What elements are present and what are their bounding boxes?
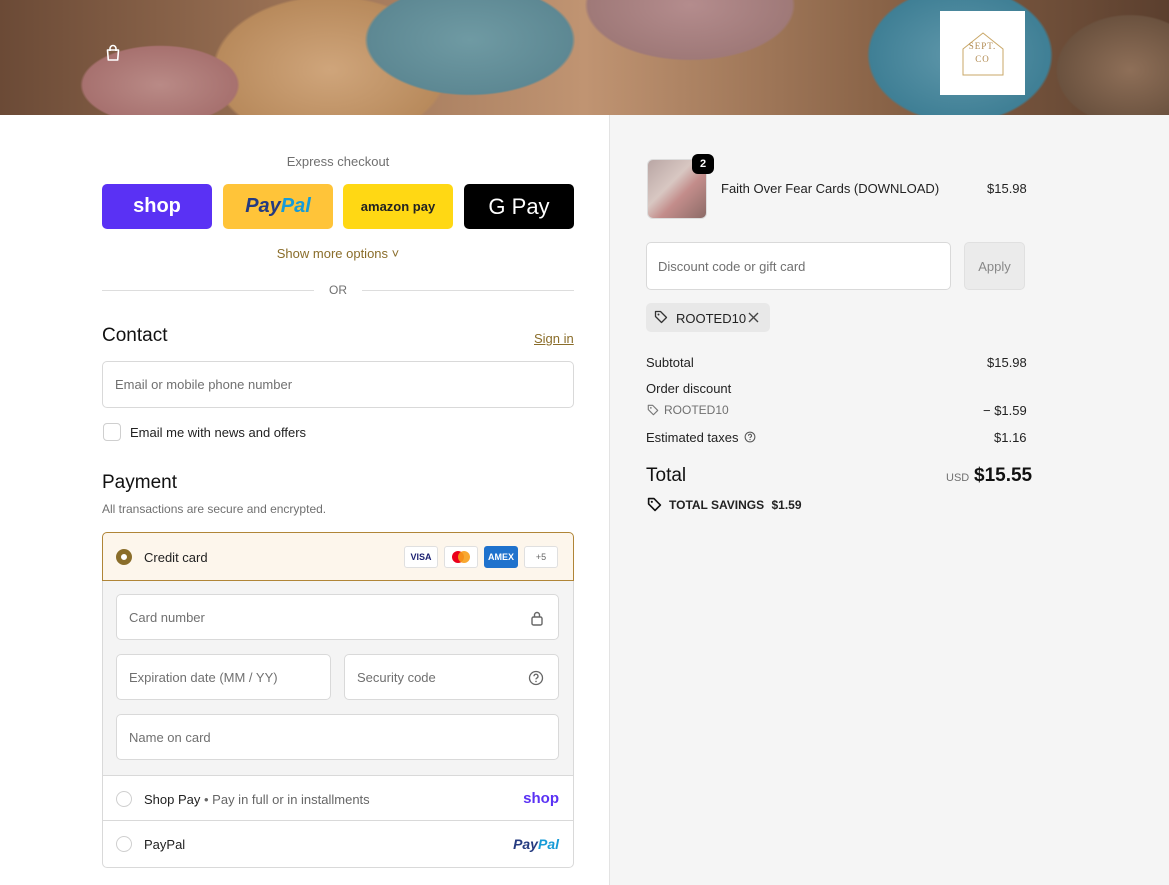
applied-code-text: ROOTED10	[676, 311, 747, 326]
visa-icon: VISA	[404, 546, 438, 568]
google-pay-logo: G Pay	[488, 193, 550, 219]
credit-card-option[interactable]: Credit card VISA AMEX +5	[102, 532, 574, 581]
total-savings-value: $1.59	[771, 498, 802, 512]
email-field[interactable]: Email or mobile phone number	[102, 361, 574, 408]
total-value: $15.55	[974, 465, 1033, 486]
store-logo[interactable]: SEPT. CO	[940, 11, 1025, 95]
remove-code-icon[interactable]	[748, 312, 759, 323]
header-banner: SEPT. CO	[0, 0, 1169, 115]
more-cards-badge: +5	[524, 546, 558, 568]
paypal-option-logo: PayPal	[513, 836, 559, 852]
quantity-badge: 2	[692, 154, 714, 174]
subtotal-label: Subtotal	[646, 355, 694, 370]
tag-icon	[654, 310, 668, 324]
shop-pay-option-subtext: • Pay in full or in installments	[204, 792, 370, 807]
express-checkout-label: Express checkout	[286, 154, 390, 169]
total-label: Total	[646, 465, 687, 486]
apply-discount-button[interactable]: Apply	[964, 242, 1025, 290]
discount-tag-icon	[647, 404, 659, 416]
shopping-bag-icon[interactable]	[104, 44, 122, 62]
taxes-help-icon[interactable]	[744, 431, 756, 443]
payment-heading: Payment	[102, 472, 177, 493]
contact-heading: Contact	[102, 325, 168, 346]
news-checkbox-label: Email me with news and offers	[130, 425, 307, 440]
product-name: Faith Over Fear Cards (DOWNLOAD)	[721, 181, 940, 196]
amazon-pay-logo: amazon pay	[360, 199, 436, 214]
paypal-option-label: PayPal	[144, 837, 186, 852]
sign-in-link[interactable]: Sign in	[534, 331, 574, 346]
credit-card-form: Card number Expiration date (MM / YY) Se…	[102, 581, 574, 776]
paypal-logo-pay: Pay	[245, 195, 281, 217]
more-cards-text: +5	[535, 552, 547, 562]
mastercard-icon	[444, 546, 478, 568]
paypal-option[interactable]: PayPal PayPal	[102, 821, 574, 868]
credit-card-radio[interactable]	[116, 549, 132, 565]
order-discount-code: ROOTED10	[664, 403, 729, 417]
paypal-button[interactable]: Pay Pal	[223, 184, 333, 229]
name-on-card-placeholder: Name on card	[129, 729, 211, 745]
discount-code-input[interactable]: Discount code or gift card	[646, 242, 951, 290]
subtotal-value: $15.98	[987, 355, 1027, 370]
credit-card-label: Credit card	[144, 550, 208, 565]
amex-logo-text: AMEX	[487, 552, 514, 562]
visa-logo-text: VISA	[410, 552, 432, 562]
shop-pay-button[interactable]: shop	[102, 184, 212, 229]
card-number-placeholder: Card number	[129, 609, 205, 625]
paypal-option-logo-pal: Pal	[537, 836, 559, 852]
paypal-radio[interactable]	[116, 836, 132, 852]
shop-pay-logo: shop	[133, 195, 181, 217]
savings-tag-icon	[647, 497, 662, 512]
applied-code-chip: ROOTED10	[646, 303, 770, 332]
shop-pay-option[interactable]: Shop Pay • Pay in full or in installment…	[102, 775, 574, 821]
security-code-placeholder: Security code	[357, 669, 436, 685]
help-icon[interactable]	[528, 670, 544, 686]
amex-icon: AMEX	[484, 546, 518, 568]
order-discount-label: Order discount	[646, 381, 732, 396]
payment-subtitle: All transactions are secure and encrypte…	[102, 502, 327, 516]
amazon-pay-button[interactable]: amazon pay	[343, 184, 453, 229]
checkout-form-panel: Express checkout shop Pay Pal amazon pay …	[0, 115, 610, 885]
show-more-options-link[interactable]: Show more options ˅	[102, 246, 574, 261]
total-savings: TOTAL SAVINGS $1.59	[669, 498, 802, 512]
paypal-option-logo-pay: Pay	[513, 836, 538, 852]
shop-pay-radio[interactable]	[116, 791, 132, 807]
name-on-card-field[interactable]: Name on card	[116, 714, 559, 760]
security-code-field[interactable]: Security code	[344, 654, 559, 700]
news-checkbox[interactable]	[103, 423, 121, 441]
order-summary-panel: 2 Faith Over Fear Cards (DOWNLOAD) $15.9…	[610, 115, 1169, 885]
expiration-placeholder: Expiration date (MM / YY)	[129, 669, 278, 685]
card-number-field[interactable]: Card number	[116, 594, 559, 640]
product-price: $15.98	[987, 181, 1027, 196]
lock-icon	[531, 611, 543, 626]
google-pay-button[interactable]: G Pay	[464, 184, 574, 229]
estimated-taxes-value: $1.16	[994, 430, 1027, 445]
total-currency: USD	[946, 472, 970, 484]
paypal-logo-pal: Pal	[280, 195, 311, 217]
shop-pay-option-label: Shop Pay	[144, 792, 201, 807]
or-divider: OR	[102, 283, 574, 297]
expiration-date-field[interactable]: Expiration date (MM / YY)	[116, 654, 331, 700]
logo-line-1: SEPT.	[968, 41, 997, 51]
order-discount-value: − $1.59	[983, 403, 1027, 418]
estimated-taxes-label: Estimated taxes	[646, 430, 739, 445]
shop-pay-option-logo: shop	[523, 790, 559, 807]
email-placeholder: Email or mobile phone number	[115, 377, 293, 392]
discount-code-placeholder: Discount code or gift card	[658, 258, 806, 274]
logo-line-2: CO	[975, 54, 990, 64]
total-savings-label: TOTAL SAVINGS	[669, 498, 765, 512]
